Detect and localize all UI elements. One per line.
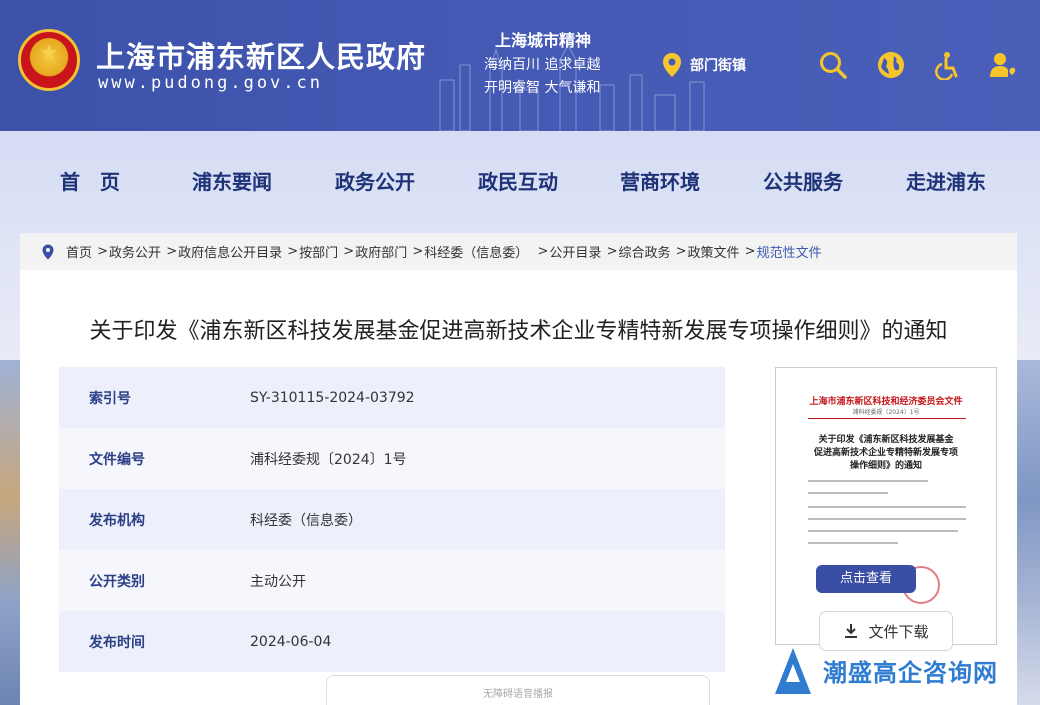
- main-nav: 首 页 浦东要闻 政务公开 政民互动 营商环境 公共服务 走进浦东: [0, 150, 1040, 210]
- preview-title-line: 操作细则》的通知: [849, 461, 922, 471]
- city-spirit-title: 上海城市精神: [495, 31, 592, 50]
- breadcrumb-separator: >: [408, 244, 424, 259]
- nav-item-news[interactable]: 浦东要闻: [192, 166, 272, 195]
- field-label-publish-date: 发布时间: [89, 634, 145, 651]
- download-label: 文件下载: [868, 622, 929, 641]
- globe-icon[interactable]: [876, 50, 906, 80]
- field-value-publisher: 科经委（信息委）: [250, 512, 362, 529]
- dept-street-label: 部门街镇: [690, 58, 746, 74]
- nav-item-public-service[interactable]: 公共服务: [763, 166, 843, 195]
- field-label-publisher: 发布机构: [89, 512, 145, 529]
- field-value-category: 主动公开: [250, 573, 306, 590]
- watermark-text: 潮盛高企咨询网: [823, 657, 998, 687]
- breadcrumb-separator: >: [529, 244, 549, 259]
- nav-item-interaction[interactable]: 政民互动: [478, 166, 558, 195]
- document-preview[interactable]: 上海市浦东新区科技和经济委员会文件 浦科经委规〔2024〕1号 关于印发《浦东新…: [775, 367, 997, 645]
- preview-text-line: [808, 542, 898, 544]
- download-icon: [845, 624, 858, 638]
- breadcrumb-item-by-dept[interactable]: 按部门: [299, 242, 338, 261]
- background-scenery-right: [1017, 360, 1040, 705]
- preview-text-line: [808, 480, 928, 482]
- breadcrumb-item-gov-affairs[interactable]: 政务公开: [109, 242, 161, 261]
- location-pin-icon: [663, 53, 681, 77]
- breadcrumb-separator: >: [339, 244, 355, 259]
- nav-item-home[interactable]: 首 页: [60, 166, 120, 195]
- user-icon[interactable]: [988, 50, 1018, 80]
- table-row: 文件编号 浦科经委规〔2024〕1号: [59, 428, 725, 489]
- breadcrumb: 首页 > 政务公开 > 政府信息公开目录 > 按部门 > 政府部门 > 科经委（…: [20, 233, 1017, 270]
- city-spirit-line-2: 开明睿智 大气谦和: [484, 80, 601, 96]
- breadcrumb-item-gov-dept[interactable]: 政府部门: [355, 242, 407, 261]
- dept-street-link[interactable]: 部门街镇: [662, 52, 746, 78]
- nav-item-gov-affairs[interactable]: 政务公开: [335, 166, 415, 195]
- preview-text-line: [808, 518, 966, 520]
- field-value-index: SY-310115-2024-03792: [250, 389, 415, 406]
- view-document-button[interactable]: 点击查看: [816, 565, 916, 593]
- breadcrumb-item-info-catalog[interactable]: 政府信息公开目录: [178, 242, 282, 261]
- breadcrumb-separator: >: [671, 244, 687, 259]
- search-icon[interactable]: [818, 50, 848, 80]
- page-title: 关于印发《浦东新区科技发展基金促进高新技术企业专精特新发展专项操作细则》的通知: [89, 319, 948, 344]
- preview-text-line: [808, 530, 958, 532]
- breadcrumb-separator: >: [93, 244, 109, 259]
- watermark: 潮盛高企咨询网: [771, 642, 998, 698]
- background-scenery-left: [0, 360, 20, 705]
- table-row: 索引号 SY-310115-2024-03792: [59, 367, 725, 428]
- voice-reader-bar[interactable]: 无障碍语音播报: [326, 675, 710, 705]
- national-emblem-logo[interactable]: ★: [18, 29, 80, 91]
- watermark-logo-icon: [775, 648, 811, 694]
- preview-red-rule: [808, 418, 966, 419]
- location-icon: [42, 244, 54, 259]
- field-label-index: 索引号: [89, 390, 131, 407]
- breadcrumb-separator: >: [283, 244, 299, 259]
- breadcrumb-separator: >: [162, 244, 178, 259]
- nav-item-about[interactable]: 走进浦东: [906, 166, 986, 195]
- accessibility-icon[interactable]: [932, 50, 962, 80]
- table-row: 公开类别 主动公开: [59, 550, 725, 611]
- preview-doc-number: 浦科经委规〔2024〕1号: [852, 409, 920, 416]
- table-row: 发布机构 科经委（信息委）: [59, 489, 725, 550]
- breadcrumb-separator: >: [740, 244, 756, 259]
- nav-item-business[interactable]: 营商环境: [620, 166, 700, 195]
- breadcrumb-item-public-catalog[interactable]: 公开目录: [549, 242, 601, 261]
- preview-title-line: 关于印发《浦东新区科技发展基金: [818, 435, 954, 445]
- site-url: www.pudong.gov.cn: [98, 73, 323, 93]
- breadcrumb-item-normative-docs[interactable]: 规范性文件: [757, 242, 822, 261]
- preview-header: 上海市浦东新区科技和经济委员会文件: [809, 397, 963, 407]
- document-info-table: 索引号 SY-310115-2024-03792 文件编号 浦科经委规〔2024…: [59, 367, 725, 672]
- breadcrumb-item-policy-docs[interactable]: 政策文件: [688, 242, 740, 261]
- preview-title-line: 促进高新技术企业专精特新发展专项: [813, 448, 958, 458]
- breadcrumb-separator: >: [602, 244, 618, 259]
- breadcrumb-item-general-affairs[interactable]: 综合政务: [618, 242, 670, 261]
- site-title[interactable]: 上海市浦东新区人民政府: [96, 34, 426, 76]
- city-spirit-line-1: 海纳百川 追求卓越: [484, 57, 601, 73]
- breadcrumb-item-commission[interactable]: 科经委（信息委）: [424, 242, 528, 261]
- field-value-publish-date: 2024-06-04: [250, 633, 332, 650]
- breadcrumb-item-home[interactable]: 首页: [66, 242, 92, 261]
- preview-text-line: [808, 492, 888, 494]
- field-label-doc-number: 文件编号: [89, 451, 145, 468]
- field-label-category: 公开类别: [89, 573, 145, 590]
- site-header: ★ 上海市浦东新区人民政府 www.pudong.gov.cn 上海城市精神 海…: [0, 0, 1040, 131]
- field-value-doc-number: 浦科经委规〔2024〕1号: [250, 451, 407, 468]
- table-row: 发布时间 2024-06-04: [59, 611, 725, 672]
- preview-text-line: [808, 506, 966, 508]
